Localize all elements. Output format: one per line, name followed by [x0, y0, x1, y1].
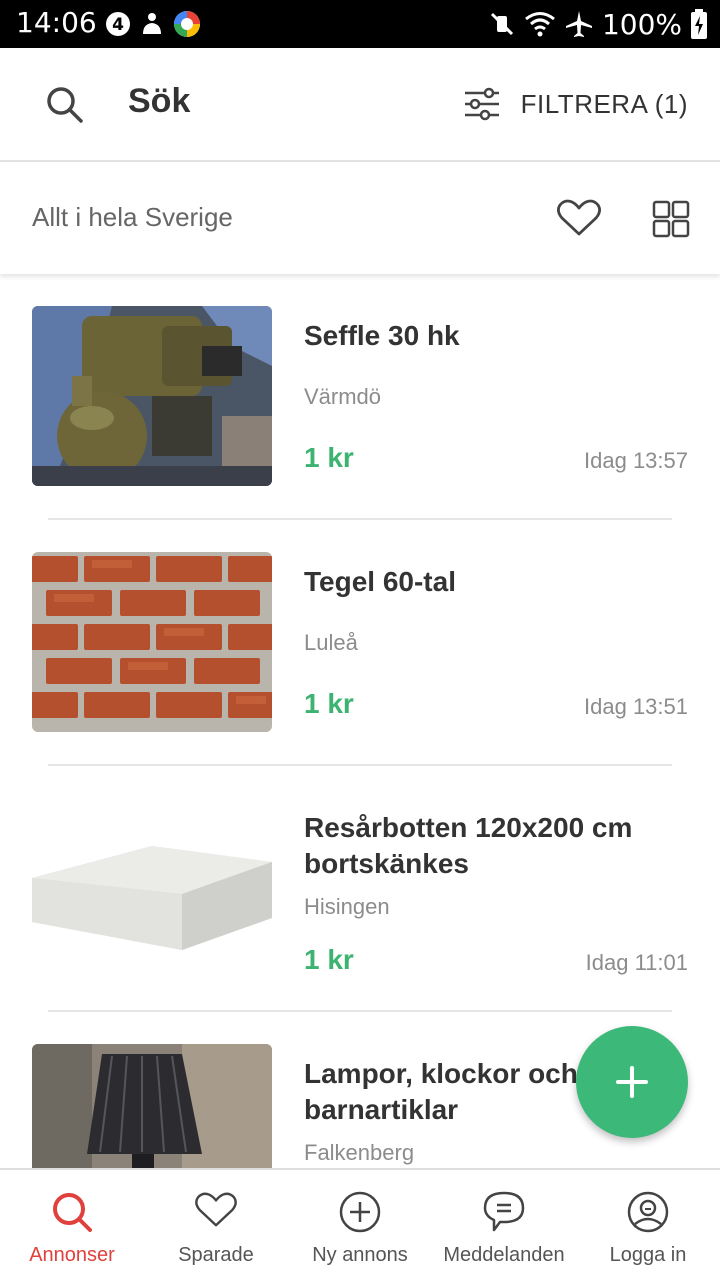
location-bar: Allt i hela Sverige [0, 162, 720, 274]
listing-time: Idag 11:01 [585, 950, 688, 975]
nav-logga-in[interactable]: Logga in [576, 1170, 720, 1282]
color-app-icon [174, 11, 200, 37]
listing-location: Hisingen [304, 894, 390, 919]
user-circle-icon [627, 1191, 669, 1233]
listing-image-lamp [32, 1044, 272, 1170]
heart-icon [195, 1192, 237, 1227]
nav-sparade[interactable]: Sparade [144, 1170, 288, 1282]
search-icon[interactable] [44, 84, 84, 124]
listing-price: 1 kr [304, 688, 354, 719]
listing-time: Idag 13:51 [584, 694, 688, 719]
listing-price: 1 kr [304, 944, 354, 975]
listing-item[interactable]: Resårbotten 120x200 cm bortskänkes Hisin… [0, 766, 720, 1012]
plus-circle-icon [339, 1191, 381, 1233]
listing-title: Seffle 30 hk [304, 320, 460, 351]
chat-bubble-icon [483, 1191, 525, 1232]
nav-annonser[interactable]: Annonser [0, 1170, 144, 1282]
new-listing-fab[interactable] [576, 1026, 688, 1138]
listing-image-engine [32, 306, 272, 486]
search-icon [53, 1193, 92, 1232]
page-title[interactable]: Sök [128, 82, 190, 121]
nav-label: Sparade [178, 1244, 254, 1266]
listing-image-bricks [32, 552, 272, 732]
svg-text:4: 4 [112, 15, 124, 35]
listing-time: Idag 13:57 [584, 448, 688, 473]
bottom-navigation: Annonser Sparade Ny annons Meddelanden L… [0, 1168, 720, 1282]
notification-4-icon: 4 [106, 12, 130, 36]
listing-image-bed-base [32, 798, 272, 978]
filter-button[interactable]: FILTRERA (1) [463, 84, 688, 124]
listing-item[interactable]: Tegel 60-tal Luleå 1 kr Idag 13:51 [0, 520, 720, 766]
listing-item[interactable]: Seffle 30 hk Värmdö 1 kr Idag 13:57 [0, 274, 720, 520]
grid-view-icon[interactable] [652, 200, 690, 238]
listing-title: Resårbotten 120x200 cm bortskänkes [304, 812, 633, 879]
filter-label: FILTRERA (1) [520, 88, 688, 119]
nav-ny-annons[interactable]: Ny annons [288, 1170, 432, 1282]
wifi-icon [525, 12, 555, 37]
sliders-icon [464, 87, 499, 121]
listing-location: Luleå [304, 630, 358, 655]
nav-label: Logga in [609, 1244, 687, 1266]
battery-charging-icon [691, 9, 707, 39]
airplane-icon [565, 11, 592, 37]
save-search-heart-icon[interactable] [556, 198, 602, 238]
nav-label: Annonser [29, 1244, 115, 1266]
status-time: 14:06 [16, 6, 97, 39]
nav-meddelanden[interactable]: Meddelanden [432, 1170, 576, 1282]
listing-location: Falkenberg [304, 1140, 415, 1165]
listing-location: Värmdö [304, 384, 382, 409]
location-selector[interactable]: Allt i hela Sverige [32, 202, 233, 233]
system-icons: 100% [488, 6, 708, 42]
notification-icons: 4 [104, 8, 202, 40]
listing-price: 1 kr [304, 442, 354, 473]
vibrate-mute-icon [490, 12, 513, 36]
top-app-bar: Sök FILTRERA (1) [0, 48, 720, 162]
game-controller-icon [143, 13, 161, 34]
battery-percent: 100% [601, 7, 682, 41]
nav-label: Ny annons [312, 1244, 408, 1266]
nav-label: Meddelanden [443, 1244, 565, 1266]
status-bar: 14:06 4 100% [0, 0, 720, 48]
listing-title: Tegel 60-tal [304, 566, 456, 597]
plus-icon [616, 1066, 648, 1098]
